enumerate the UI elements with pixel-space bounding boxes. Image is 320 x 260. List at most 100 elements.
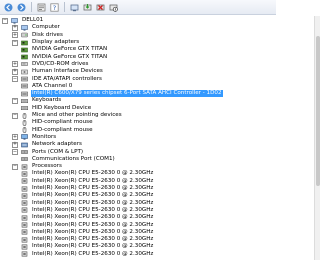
hid-icon [21, 69, 28, 75]
tree-item-label: IDE ATA/ATAPI controllers [32, 75, 102, 82]
tree-category[interactable]: + DVD/CD-ROM drives [12, 61, 89, 68]
tree-category[interactable]: + Computer [12, 24, 61, 31]
processor-icon [21, 164, 28, 170]
port-icon [21, 156, 28, 162]
tree-device[interactable]: Intel(R) Xeon(R) CPU E5-2630 0 @ 2.30GHz [21, 251, 154, 258]
tree-device[interactable]: HID-compliant mouse [21, 127, 94, 134]
tree-device[interactable]: Intel(R) Xeon(R) CPU E5-2630 0 @ 2.30GHz [21, 178, 154, 185]
tree-item-label: Intel(R) Xeon(R) CPU E5-2630 0 @ 2.30GHz [32, 236, 154, 243]
mouse-icon [21, 112, 28, 119]
tree-device[interactable]: NVIDIA GeForce GTX TITAN [21, 46, 108, 53]
tree-category[interactable]: − Display adapters [12, 39, 80, 46]
tree-device[interactable]: Communications Port (COM1) [21, 156, 116, 163]
expand-expander[interactable]: + [12, 141, 18, 148]
device-tree[interactable]: − DELL01 + Computer + Disk drives − Display a… [0, 16, 270, 260]
tree-device[interactable]: HID-compliant mouse [21, 119, 94, 126]
scan-icon[interactable] [69, 2, 80, 13]
help-icon[interactable]: ? [49, 2, 60, 13]
tree-item-label: Intel(R) Xeon(R) CPU E5-2630 0 @ 2.30GHz [32, 214, 154, 221]
tree-category[interactable]: + Human Interface Devices [12, 68, 104, 75]
tree-device[interactable]: Intel(R) C600/X79 series chipset 6-Port … [21, 90, 223, 98]
tree-item-label: Intel(R) Xeon(R) CPU E5-2630 0 @ 2.30GHz [32, 185, 154, 192]
toolbar-separator [31, 2, 32, 12]
monitor-icon [21, 134, 28, 141]
expand-expander[interactable]: + [12, 134, 18, 141]
processor-icon [21, 229, 28, 235]
collapse-expander[interactable]: − [12, 112, 18, 119]
forward-icon[interactable] [16, 2, 27, 13]
processor-icon [21, 237, 28, 243]
tree-category[interactable]: − Mice and other pointing devices [12, 112, 123, 119]
expand-expander[interactable]: + [12, 32, 18, 39]
processor-icon [21, 207, 28, 213]
tree-item-label: Intel(R) Xeon(R) CPU E5-2630 0 @ 2.30GHz [32, 221, 154, 228]
keyboard-icon [21, 98, 29, 104]
tree-category[interactable]: − Processors [12, 163, 63, 170]
tree-device[interactable]: Intel(R) Xeon(R) CPU E5-2630 0 @ 2.30GHz [21, 185, 154, 192]
disable-icon[interactable] [108, 2, 119, 13]
tree-item-label: NVIDIA GeForce GTX TITAN [32, 53, 108, 60]
display-adapter-icon [21, 54, 28, 60]
tree-category[interactable]: − IDE ATA/ATAPI controllers [12, 76, 103, 83]
ide-icon [21, 91, 28, 97]
tree-device[interactable]: Intel(R) Xeon(R) CPU E5-2630 0 @ 2.30GHz [21, 222, 154, 229]
tree-device[interactable]: Intel(R) Xeon(R) CPU E5-2630 0 @ 2.30GHz [21, 192, 154, 199]
tree-category[interactable]: − Keyboards [12, 97, 62, 104]
tree-device[interactable]: NVIDIA GeForce GTX TITAN [21, 54, 108, 61]
uninstall-icon[interactable] [95, 2, 106, 13]
toolbar: ? [0, 0, 276, 15]
update-driver-icon[interactable] [82, 2, 93, 13]
tree-device[interactable]: Intel(R) Xeon(R) CPU E5-2630 0 @ 2.30GHz [21, 170, 154, 177]
tree-item-label: NVIDIA GeForce GTX TITAN [32, 46, 108, 53]
tree-item-label: Computer [32, 24, 60, 31]
tree-item-label: Intel(R) Xeon(R) CPU E5-2630 0 @ 2.30GHz [32, 206, 154, 213]
svg-text:?: ? [53, 4, 56, 12]
tree-item-label: HID-compliant mouse [32, 126, 93, 133]
collapse-expander[interactable]: − [12, 149, 18, 156]
tree-device[interactable]: Intel(R) Xeon(R) CPU E5-2630 0 @ 2.30GHz [21, 200, 154, 207]
collapse-expander[interactable]: − [2, 17, 8, 24]
properties-icon[interactable] [36, 2, 47, 13]
collapse-expander[interactable]: − [12, 76, 18, 83]
tree-item-label: Communications Port (COM1) [32, 155, 115, 162]
mouse-icon [21, 119, 28, 126]
tree-item-label: Intel(R) Xeon(R) CPU E5-2630 0 @ 2.30GHz [32, 199, 154, 206]
mouse-icon [21, 127, 28, 134]
tree-item-label: ATA Channel 0 [32, 82, 73, 89]
tree-device[interactable]: Intel(R) Xeon(R) CPU E5-2630 0 @ 2.30GHz [21, 243, 154, 250]
tree-category[interactable]: + Network adapters [12, 141, 83, 148]
tree-root[interactable]: − DELL01 [2, 17, 44, 24]
network-icon [21, 142, 28, 148]
expand-expander[interactable]: + [12, 24, 18, 31]
port-icon [21, 149, 28, 155]
tree-item-label: Mice and other pointing devices [32, 112, 122, 119]
back-icon[interactable] [3, 2, 14, 13]
tree-device[interactable]: Intel(R) Xeon(R) CPU E5-2630 0 @ 2.30GHz [21, 207, 154, 214]
collapse-expander[interactable]: − [12, 97, 18, 104]
display-adapter-icon [21, 47, 28, 53]
tree-item-label: Intel(R) C600/X79 series chipset 6-Port … [31, 90, 223, 98]
vertical-scrollbar[interactable] [314, 16, 320, 260]
scrollbar-thumb[interactable] [316, 36, 320, 186]
tree-device[interactable]: ATA Channel 0 [21, 83, 73, 90]
tree-category[interactable]: − Ports (COM & LPT) [12, 149, 84, 156]
tree-item-label: Human Interface Devices [32, 68, 103, 75]
computer-icon [21, 25, 28, 31]
tree-category[interactable]: + Monitors [12, 134, 57, 141]
collapse-expander[interactable]: − [12, 39, 18, 46]
tree-category[interactable]: + Disk drives [12, 32, 64, 39]
tree-device[interactable]: Intel(R) Xeon(R) CPU E5-2630 0 @ 2.30GHz [21, 236, 154, 243]
tree-item-label: Intel(R) Xeon(R) CPU E5-2630 0 @ 2.30GHz [32, 177, 154, 184]
tree-device[interactable]: Intel(R) Xeon(R) CPU E5-2630 0 @ 2.30GHz [21, 229, 154, 236]
tree-item-label: Intel(R) Xeon(R) CPU E5-2630 0 @ 2.30GHz [32, 228, 154, 235]
processor-icon [21, 200, 28, 206]
tree-device[interactable]: Intel(R) Xeon(R) CPU E5-2630 0 @ 2.30GHz [21, 214, 154, 221]
tree-item-label: Intel(R) Xeon(R) CPU E5-2630 0 @ 2.30GHz [32, 192, 154, 199]
tree-device[interactable]: HID Keyboard Device [21, 105, 92, 112]
collapse-expander[interactable]: − [12, 163, 18, 170]
expand-expander[interactable]: + [12, 61, 18, 68]
tree-item-label: Processors [32, 163, 62, 170]
processor-icon [21, 171, 28, 177]
disk-icon [21, 32, 28, 38]
expand-expander[interactable]: + [12, 68, 18, 75]
